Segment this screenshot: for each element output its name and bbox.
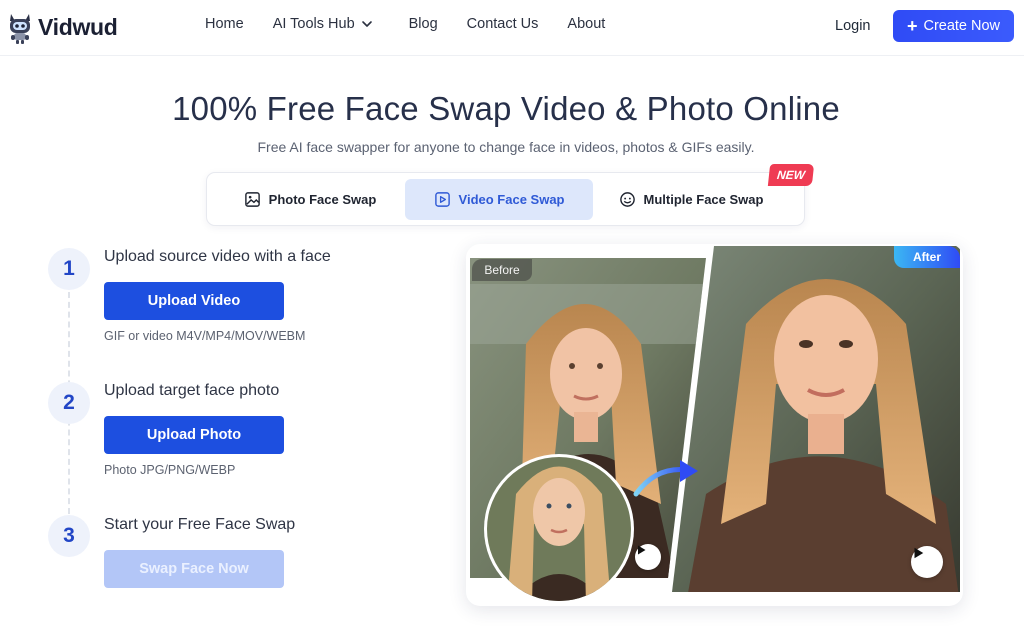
page-title: 100% Free Face Swap Video & Photo Online: [172, 90, 840, 127]
play-icon: [638, 545, 646, 555]
play-button-large[interactable]: [911, 546, 943, 578]
robot-logo-icon: [10, 14, 30, 44]
before-label: Before: [472, 259, 532, 281]
nav-ai-tools-hub[interactable]: AI Tools Hub: [273, 16, 373, 32]
step-1-number: 1: [48, 248, 90, 290]
nav-about[interactable]: About: [567, 16, 605, 32]
swap-mode-tabs: Photo Face Swap Video Face Swap Multiple…: [206, 164, 815, 226]
create-now-label: Create Now: [923, 18, 1001, 34]
step-2-number: 2: [48, 382, 90, 424]
tab-video-face-swap[interactable]: Video Face Swap: [405, 179, 593, 220]
before-after-preview: Before After: [466, 244, 963, 606]
video-icon: [434, 192, 450, 207]
swap-face-now-button[interactable]: Swap Face Now: [104, 550, 284, 588]
preview-illustration: [470, 246, 960, 604]
main-nav: Home AI Tools Hub Blog Contact Us About: [205, 16, 605, 32]
step-1-title: Upload source video with a face: [104, 248, 331, 265]
tab-photo-face-swap-label: Photo Face Swap: [268, 192, 377, 207]
login-link[interactable]: Login: [835, 18, 870, 34]
nav-blog[interactable]: Blog: [409, 16, 438, 32]
logo[interactable]: Vidwud: [6, 10, 118, 44]
tab-multiple-face-swap-label: Multiple Face Swap: [643, 192, 764, 207]
step-3-number: 3: [48, 515, 90, 557]
step-3-title: Start your Free Face Swap: [104, 516, 296, 533]
plus-icon: +: [906, 16, 918, 36]
after-label: After: [894, 246, 960, 268]
logo-text: Vidwud: [38, 13, 118, 40]
nav-ai-tools-hub-label: AI Tools Hub: [272, 16, 355, 32]
multi-face-icon: [619, 192, 635, 207]
nav-contact-us[interactable]: Contact Us: [467, 16, 539, 32]
step-2-hint: Photo JPG/PNG/WEBP: [104, 463, 236, 477]
image-icon: [244, 192, 260, 207]
chevron-down-icon: [361, 21, 372, 27]
play-icon: [914, 547, 924, 559]
tab-video-face-swap-label: Video Face Swap: [458, 192, 565, 207]
step-1-hint: GIF or video M4V/MP4/MOV/WEBM: [104, 329, 306, 343]
step-2-title: Upload target face photo: [104, 382, 280, 399]
upload-photo-button[interactable]: Upload Photo: [104, 416, 284, 454]
page-subtitle: Free AI face swapper for anyone to chang…: [257, 139, 755, 155]
new-badge: NEW: [767, 164, 815, 186]
tab-photo-face-swap[interactable]: Photo Face Swap: [215, 179, 405, 220]
upload-video-button[interactable]: Upload Video: [104, 282, 284, 320]
top-header: Vidwud Home AI Tools Hub Blog Contact Us…: [0, 0, 1024, 56]
tab-multiple-face-swap[interactable]: Multiple Face Swap: [602, 179, 780, 220]
nav-home[interactable]: Home: [205, 16, 244, 32]
create-now-button[interactable]: + Create Now: [893, 10, 1014, 42]
play-button-small[interactable]: [635, 544, 661, 570]
